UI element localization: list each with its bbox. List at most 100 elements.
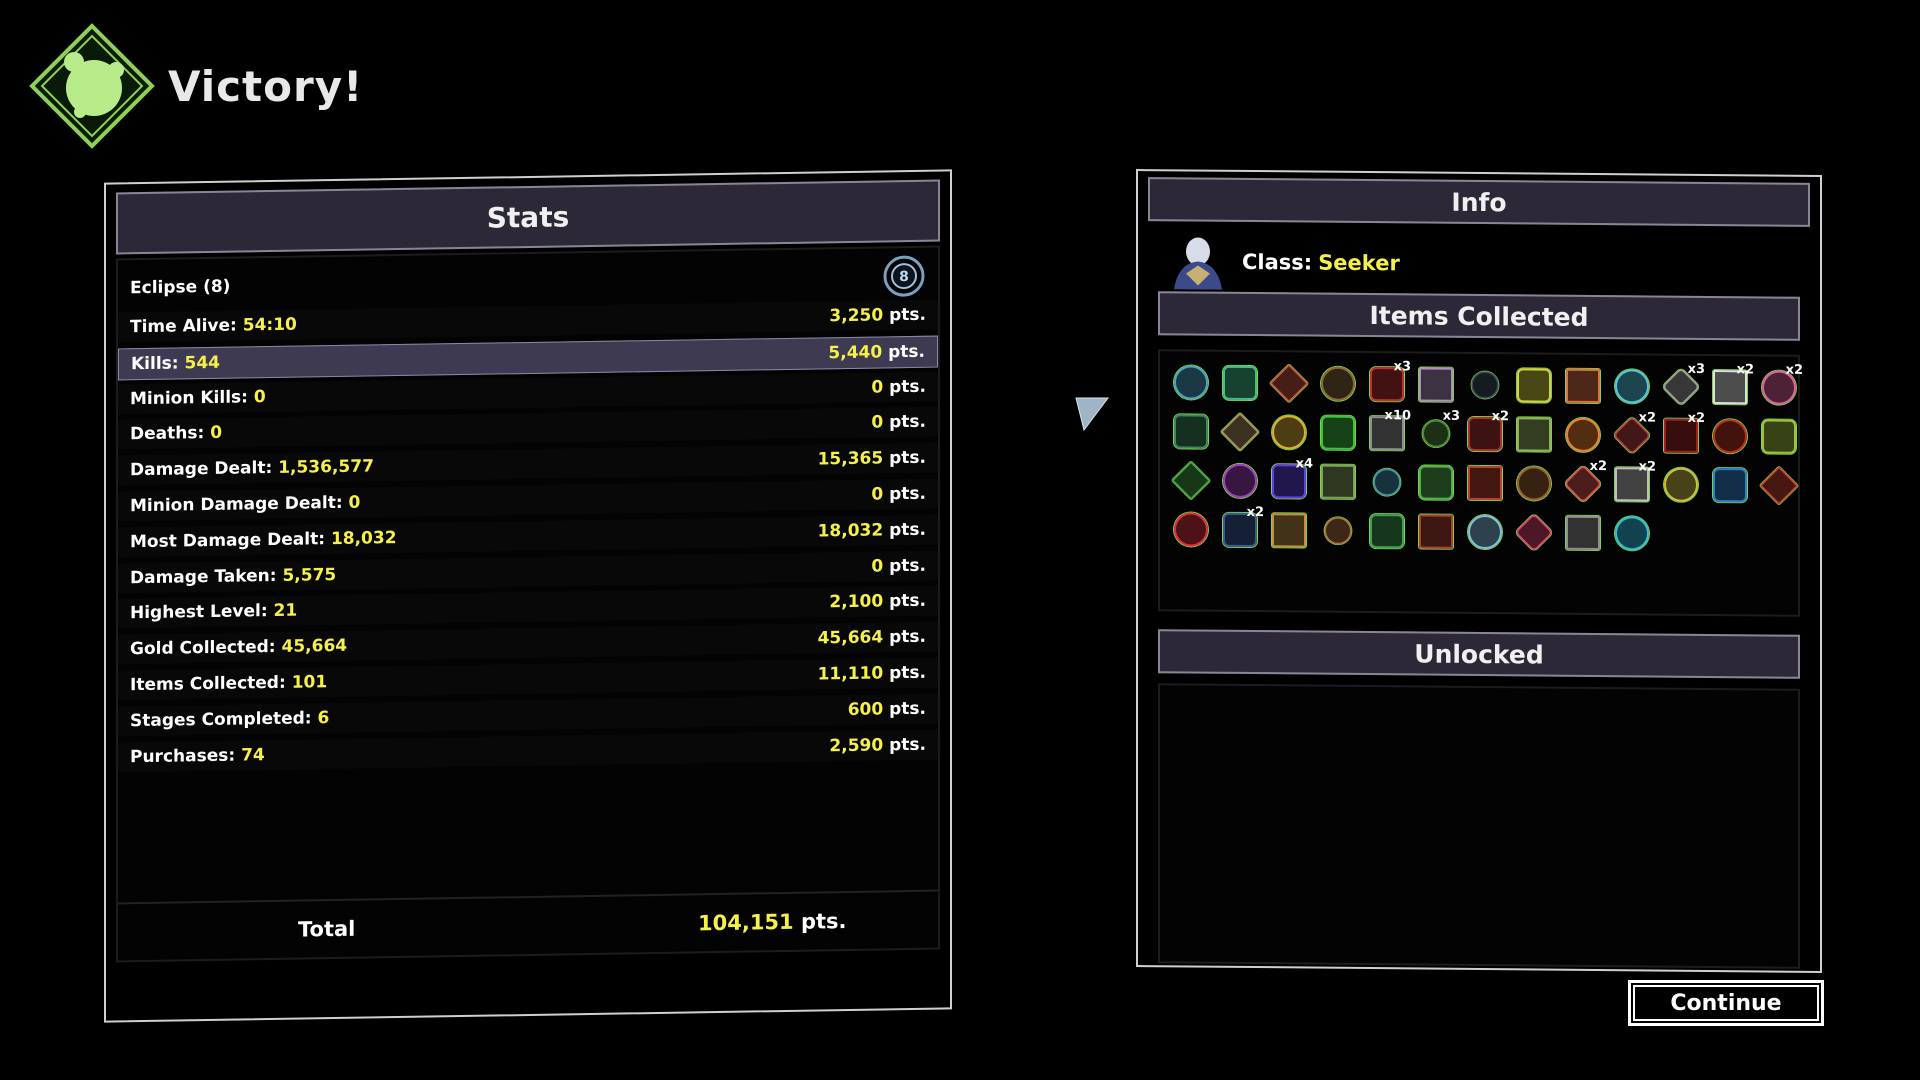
continue-label: Continue (1670, 990, 1782, 1016)
item-shape (1269, 363, 1308, 403)
stat-row[interactable]: Items Collected: 101 11,110 pts. (118, 657, 938, 701)
red-crystal-item-icon[interactable] (1264, 358, 1313, 407)
stat-row[interactable]: Gold Collected: 45,664 45,664 pts. (118, 621, 938, 665)
pink-gem-item-icon[interactable] (1509, 507, 1558, 556)
blue-feather-item-icon[interactable] (1705, 460, 1754, 509)
item-shape (1514, 512, 1553, 552)
stat-row[interactable]: Purchases: 74 2,590 pts. (118, 729, 938, 773)
info-title: Info (1451, 187, 1507, 217)
skull-item-icon[interactable]: x3 (1656, 362, 1705, 411)
stat-value: 6 (317, 707, 330, 729)
stat-points: 11,110 pts. (817, 662, 926, 685)
red-tome-item-icon[interactable]: x2 (1656, 411, 1705, 460)
guitar-item-icon[interactable] (1313, 506, 1362, 555)
continue-button[interactable]: Continue (1628, 980, 1824, 1026)
item-shape (1173, 364, 1208, 400)
stat-row[interactable]: Damage Taken: 5,575 0 pts. (118, 550, 938, 594)
stat-row[interactable]: Most Damage Dealt: 18,032 18,032 pts. (118, 514, 938, 558)
item-shape (1516, 465, 1551, 501)
stat-points: 18,032 pts. (817, 519, 926, 542)
spiral-item-icon[interactable]: x3 (1411, 408, 1460, 457)
horned-beast-item-icon[interactable] (1411, 506, 1460, 555)
red-flask-item-icon[interactable]: x2 (1558, 459, 1607, 508)
green-orb-item-icon[interactable] (1313, 408, 1362, 457)
item-count: x4 (1295, 456, 1313, 472)
total-label: Total (298, 916, 356, 942)
stat-row[interactable]: Stages Completed: 6 600 pts. (118, 693, 938, 737)
red-jar-item-icon[interactable]: x3 (1362, 359, 1411, 408)
purple-claw-item-icon[interactable] (1215, 456, 1264, 505)
stats-list: Eclipse (8) 8 Time Alive: 54:10 3,250 pts… (116, 245, 940, 963)
green-bird-item-icon[interactable] (1215, 358, 1264, 407)
stat-value: 0 (210, 423, 223, 444)
red-rocket-item-icon[interactable] (1754, 460, 1803, 509)
item-shape (1369, 513, 1404, 548)
info-title-bar: Info (1148, 177, 1810, 227)
yellow-dagger-item-icon[interactable] (1656, 460, 1705, 509)
stat-label: Kills: 544 (131, 352, 221, 375)
stat-value: 544 (184, 352, 221, 374)
blue-vial-item-icon[interactable] (1362, 457, 1411, 506)
dark-book-item-icon[interactable] (1460, 360, 1509, 409)
blue-battery-item-icon[interactable] (1607, 361, 1656, 410)
green-hook-item-icon[interactable] (1411, 457, 1460, 506)
item-count: x3 (1393, 359, 1411, 375)
stat-points: 15,365 pts. (817, 447, 926, 470)
turtle-item-icon[interactable] (1264, 505, 1313, 554)
green-chain-item-icon[interactable] (1754, 411, 1803, 460)
helmet-item-icon[interactable] (1215, 407, 1264, 456)
item-count: x2 (1736, 362, 1754, 378)
red-beast-item-icon[interactable]: x2 (1460, 409, 1509, 458)
victory-emblem-icon (29, 23, 155, 149)
item-count: x3 (1687, 361, 1705, 377)
green-figure-item-icon[interactable] (1362, 506, 1411, 555)
stat-row[interactable]: Highest Level: 21 2,100 pts. (118, 585, 938, 629)
item-shape (1516, 367, 1551, 403)
item-shape (1761, 418, 1796, 454)
stat-value: 5,575 (282, 564, 337, 586)
yellow-claw-item-icon[interactable] (1509, 360, 1558, 409)
stat-value: 101 (291, 672, 328, 693)
stat-row[interactable]: Deaths: 0 0 pts. (118, 406, 938, 450)
blue-star-item-icon[interactable]: x2 (1215, 505, 1264, 554)
green-blade-item-icon[interactable] (1166, 455, 1215, 504)
red-link-item-icon[interactable] (1166, 504, 1215, 553)
stat-row[interactable]: Minion Damage Dealt: 0 0 pts. (118, 478, 938, 522)
teapot-item-icon[interactable] (1166, 357, 1215, 406)
cyan-blob-item-icon[interactable] (1607, 508, 1656, 557)
stat-label: Damage Taken: 5,575 (130, 564, 337, 588)
lizard-item-icon[interactable] (1509, 409, 1558, 458)
orange-flame-item-icon[interactable] (1558, 361, 1607, 410)
brown-bag-item-icon[interactable] (1313, 359, 1362, 408)
item-shape (1367, 462, 1406, 501)
silver-ring-item-icon[interactable] (1460, 507, 1509, 556)
item-shape (1320, 366, 1355, 401)
grey-scroll-item-icon[interactable]: x2 (1607, 459, 1656, 508)
box-item-icon[interactable] (1411, 359, 1460, 408)
item-shape (1516, 416, 1551, 452)
medkit-item-icon[interactable]: x2 (1705, 362, 1754, 411)
syringe-item-icon[interactable] (1313, 457, 1362, 506)
grey-canister-item-icon[interactable]: x10 (1362, 408, 1411, 457)
orange-magnifier-item-icon[interactable] (1558, 410, 1607, 459)
grey-pipe-item-icon[interactable] (1558, 508, 1607, 557)
stat-label: Time Alive: 54:10 (130, 314, 297, 338)
bronze-ring-item-icon[interactable] (1509, 458, 1558, 507)
victory-header: Victory! (28, 22, 363, 150)
item-shape (1173, 511, 1208, 547)
item-count: x2 (1638, 459, 1656, 475)
items-collected-title: Items Collected (1369, 300, 1589, 332)
stat-label: Minion Damage Dealt: 0 (130, 492, 361, 517)
green-ring-item-icon[interactable] (1166, 406, 1215, 455)
stat-label: Minion Kills: 0 (130, 386, 266, 409)
triangle-item-icon[interactable]: x2 (1754, 362, 1803, 411)
item-shape (1220, 412, 1259, 451)
stat-row[interactable]: Damage Dealt: 1,536,577 15,365 pts. (118, 442, 938, 486)
red-wrench-item-icon[interactable] (1460, 458, 1509, 507)
purple-creature-item-icon[interactable]: x4 (1264, 456, 1313, 505)
red-mushroom-item-icon[interactable] (1705, 411, 1754, 460)
item-shape (1614, 368, 1649, 403)
item-shape (1418, 366, 1453, 402)
gold-coin-item-icon[interactable] (1264, 407, 1313, 456)
red-goggles-item-icon[interactable]: x2 (1607, 410, 1656, 459)
